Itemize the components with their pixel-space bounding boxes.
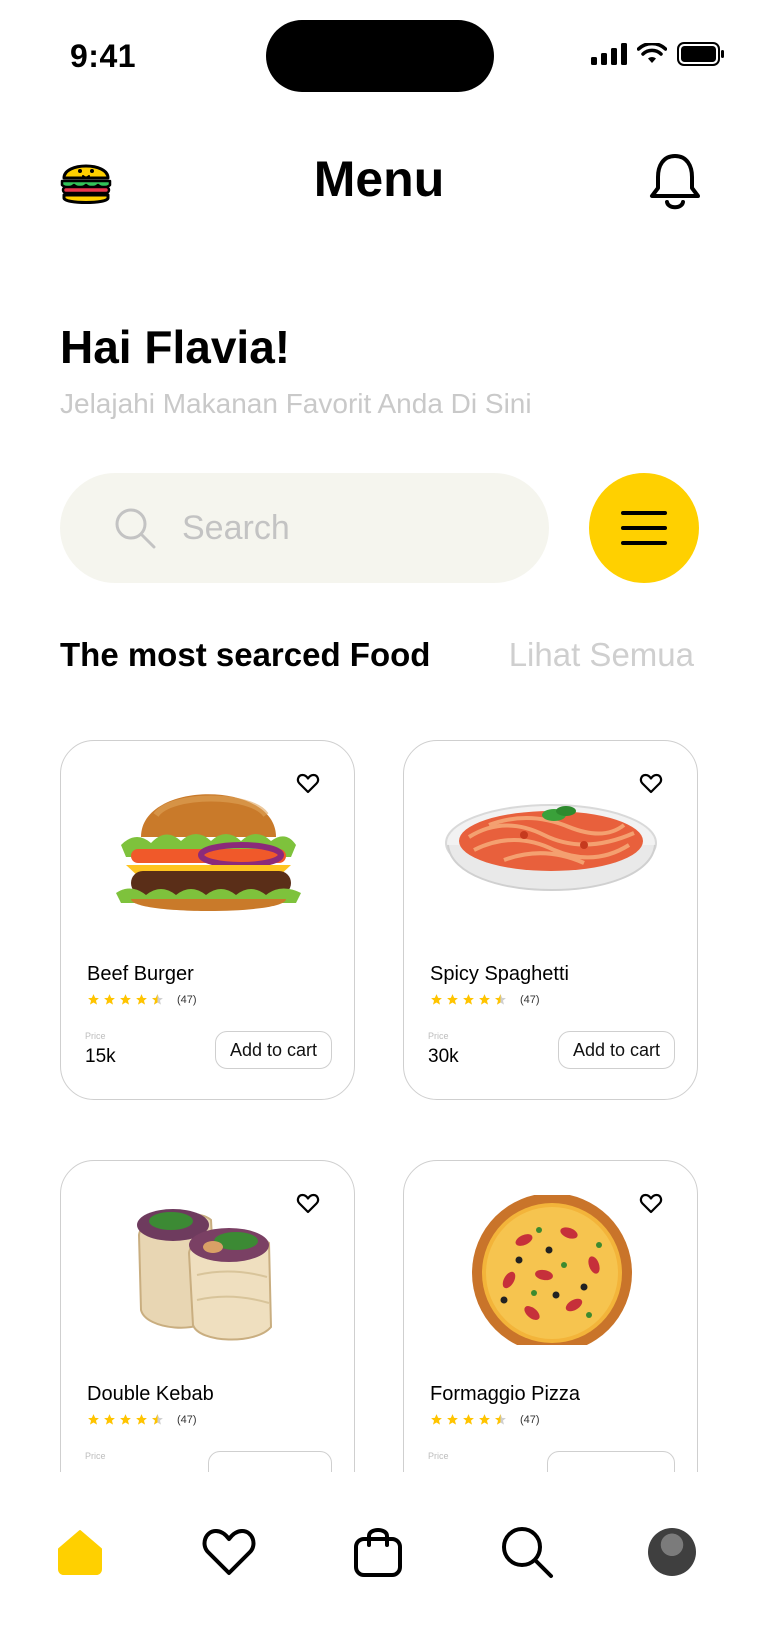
price-label: Price — [428, 1451, 449, 1461]
status-icons — [591, 42, 725, 66]
food-card[interactable]: Spicy Spaghetti (47) Price 30k Add to ca… — [403, 740, 698, 1100]
bag-icon — [354, 1528, 402, 1577]
star-icon — [431, 994, 442, 1005]
search-input[interactable] — [182, 508, 482, 548]
heart-icon — [202, 1529, 256, 1575]
food-name: Double Kebab — [87, 1383, 214, 1405]
food-price: 15k — [85, 1046, 116, 1067]
spaghetti-image — [445, 804, 657, 891]
hamburger-menu-icon — [621, 511, 667, 545]
star-icon — [463, 994, 474, 1005]
status-bar: 9:41 — [0, 0, 758, 110]
star-icon — [479, 1414, 490, 1425]
home-icon — [58, 1530, 102, 1575]
review-count: (47) — [177, 1413, 197, 1426]
price-label: Price — [85, 1031, 106, 1041]
star-icon — [88, 994, 99, 1005]
food-grid: Beef Burger (47) Price 15k Add to cart S… — [0, 740, 758, 1472]
star-icon — [120, 1414, 131, 1425]
nav-search[interactable] — [497, 1522, 557, 1582]
page-title: Menu — [313, 151, 445, 207]
half-star-icon — [495, 1414, 506, 1425]
star-icon — [431, 1414, 442, 1425]
greeting-subtitle: Jelajahi Makanan Favorit Anda Di Sini — [60, 388, 532, 419]
star-icon — [104, 994, 115, 1005]
bell-icon[interactable] — [648, 152, 702, 212]
star-icon — [136, 994, 147, 1005]
dynamic-island — [266, 20, 494, 92]
rating-stars: (47) — [430, 993, 540, 1006]
review-count: (47) — [520, 993, 540, 1006]
wifi-icon — [637, 43, 667, 63]
nav-home[interactable] — [50, 1522, 110, 1582]
signal-icon — [591, 43, 627, 65]
top-bar: Menu — [0, 140, 758, 220]
pizza-image — [472, 1195, 632, 1345]
avatar — [648, 1528, 696, 1576]
see-all-link[interactable]: Lihat Semua — [509, 636, 694, 674]
half-star-icon — [495, 994, 506, 1005]
status-time: 9:41 — [70, 38, 137, 74]
star-icon — [463, 1414, 474, 1425]
section-title: The most searced Food — [60, 636, 431, 673]
add-to-cart-button[interactable] — [208, 1451, 332, 1472]
star-icon — [447, 994, 458, 1005]
star-icon — [479, 994, 490, 1005]
food-card[interactable]: Formaggio Pizza (47) Price — [403, 1160, 698, 1472]
star-icon — [120, 994, 131, 1005]
star-icon — [136, 1414, 147, 1425]
add-to-cart-button[interactable]: Add to cart — [557, 1031, 675, 1069]
star-icon — [88, 1414, 99, 1425]
search-icon — [115, 508, 156, 549]
half-star-icon — [152, 994, 163, 1005]
food-price: 30k — [428, 1046, 459, 1067]
review-count: (47) — [520, 1413, 540, 1426]
nav-cart[interactable] — [348, 1522, 408, 1582]
star-icon — [447, 1414, 458, 1425]
burger-image — [116, 794, 301, 911]
rating-stars: (47) — [430, 1413, 540, 1426]
half-star-icon — [152, 1414, 163, 1425]
add-to-cart-button[interactable]: Add to cart — [214, 1031, 332, 1069]
battery-icon — [677, 42, 724, 66]
food-name: Spicy Spaghetti — [430, 963, 569, 985]
food-name: Beef Burger — [87, 963, 194, 985]
nav-favorites[interactable] — [199, 1522, 259, 1582]
greeting-title: Hai Flavia! — [60, 321, 291, 373]
price-label: Price — [85, 1451, 106, 1461]
menu-filter-button[interactable] — [589, 473, 699, 583]
nav-profile[interactable] — [642, 1522, 702, 1582]
food-card[interactable]: Double Kebab (47) Price — [60, 1160, 355, 1472]
review-count: (47) — [177, 993, 197, 1006]
price-label: Price — [428, 1031, 449, 1041]
star-icon — [104, 1414, 115, 1425]
bottom-nav — [0, 1472, 758, 1632]
kebab-image — [137, 1209, 273, 1341]
food-name: Formaggio Pizza — [430, 1383, 581, 1405]
search-icon — [502, 1527, 553, 1578]
search-bar[interactable] — [60, 473, 549, 583]
add-to-cart-button[interactable] — [547, 1451, 675, 1472]
rating-stars: (47) — [87, 1413, 197, 1426]
rating-stars: (47) — [87, 993, 197, 1006]
food-card[interactable]: Beef Burger (47) Price 15k Add to cart — [60, 740, 355, 1100]
